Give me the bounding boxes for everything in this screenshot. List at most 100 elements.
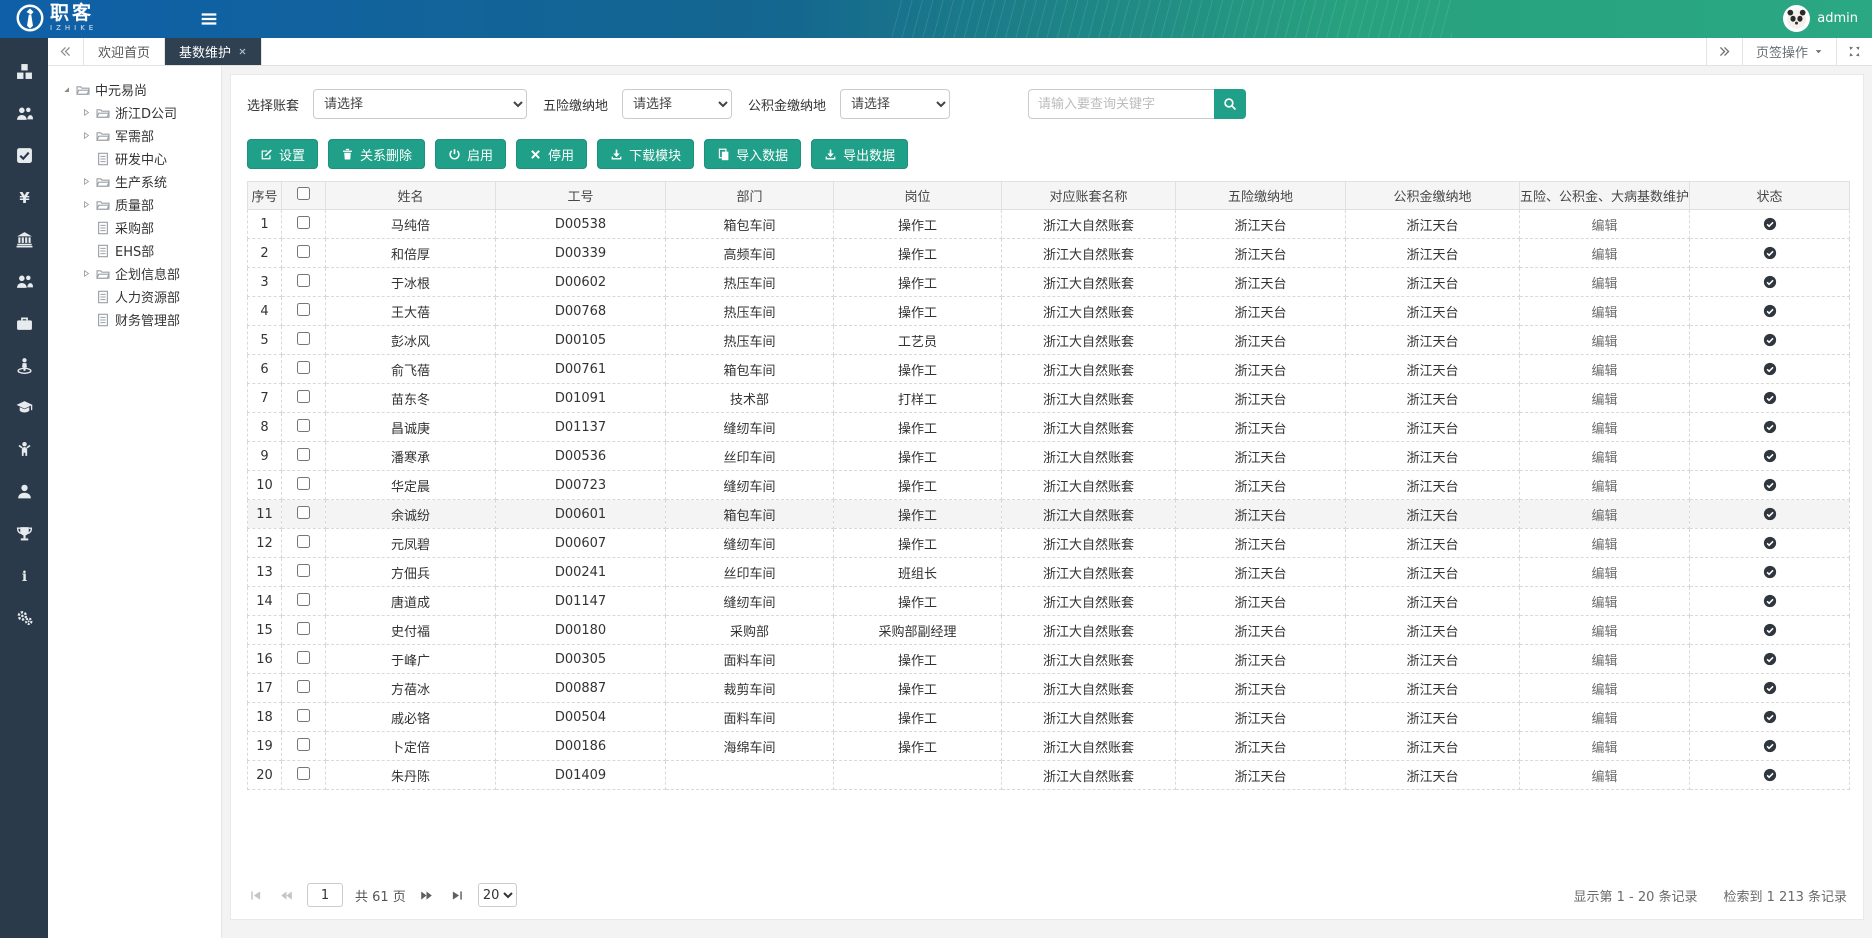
avatar[interactable] (1783, 5, 1810, 32)
edit-link[interactable]: 编辑 (1591, 770, 1617, 785)
export-data-button[interactable]: 导出数据 (811, 139, 908, 169)
fund-area-select[interactable]: 请选择 (840, 89, 950, 119)
row-checkbox[interactable] (297, 448, 310, 461)
info-icon[interactable]: i (0, 554, 48, 596)
graduation-cap-icon[interactable] (0, 386, 48, 428)
child-icon[interactable] (0, 428, 48, 470)
import-data-button[interactable]: 导入数据 (704, 139, 801, 169)
user-box[interactable]: admin (1783, 5, 1858, 32)
tree-item[interactable]: 采购部 (48, 216, 221, 239)
caret-collapsed-icon[interactable] (80, 130, 92, 142)
row-checkbox[interactable] (297, 332, 310, 345)
page-number-input[interactable] (307, 883, 343, 907)
edit-link[interactable]: 编辑 (1591, 393, 1617, 408)
yen-icon[interactable]: ¥ (0, 176, 48, 218)
check-square-icon[interactable] (0, 134, 48, 176)
account-select[interactable]: 请选择 (313, 89, 527, 119)
edit-link[interactable]: 编辑 (1591, 277, 1617, 292)
edit-link[interactable]: 编辑 (1591, 306, 1617, 321)
close-tab-icon[interactable] (238, 47, 247, 56)
prev-page-icon[interactable] (277, 886, 295, 904)
user-group-icon[interactable] (0, 260, 48, 302)
tree-item[interactable]: 研发中心 (48, 147, 221, 170)
caret-collapsed-icon[interactable] (80, 199, 92, 211)
edit-link[interactable]: 编辑 (1591, 596, 1617, 611)
row-checkbox[interactable] (297, 274, 310, 287)
caret-collapsed-icon[interactable] (80, 107, 92, 119)
tabs-scroll-left-icon[interactable] (48, 38, 84, 65)
tabs-scroll-right-icon[interactable] (1706, 38, 1742, 65)
row-checkbox[interactable] (297, 506, 310, 519)
tree-item[interactable]: EHS部 (48, 239, 221, 262)
edit-link[interactable]: 编辑 (1591, 451, 1617, 466)
edit-link[interactable]: 编辑 (1591, 509, 1617, 524)
tree-item[interactable]: 生产系统 (48, 170, 221, 193)
row-checkbox[interactable] (297, 622, 310, 635)
sitemap-icon[interactable] (0, 50, 48, 92)
edit-link[interactable]: 编辑 (1591, 538, 1617, 553)
street-view-icon[interactable] (0, 344, 48, 386)
briefcase-icon[interactable] (0, 302, 48, 344)
disable-button[interactable]: 停用 (516, 139, 587, 169)
caret-expanded-icon[interactable] (60, 84, 72, 96)
row-checkbox[interactable] (297, 709, 310, 722)
tree-item[interactable]: 企划信息部 (48, 262, 221, 285)
edit-link[interactable]: 编辑 (1591, 422, 1617, 437)
row-checkbox[interactable] (297, 419, 310, 432)
edit-link[interactable]: 编辑 (1591, 219, 1617, 234)
caret-collapsed-icon[interactable] (80, 268, 92, 280)
row-checkbox[interactable] (297, 216, 310, 229)
social-area-select[interactable]: 请选择 (622, 89, 732, 119)
tab-0[interactable]: 欢迎首页 (84, 38, 165, 65)
edit-link[interactable]: 编辑 (1591, 712, 1617, 727)
page-size-select[interactable]: 20 (478, 883, 517, 907)
user-icon[interactable] (0, 470, 48, 512)
edit-link[interactable]: 编辑 (1591, 364, 1617, 379)
row-checkbox[interactable] (297, 651, 310, 664)
edit-link[interactable]: 编辑 (1591, 683, 1617, 698)
menu-toggle-icon[interactable] (200, 10, 220, 28)
row-checkbox[interactable] (297, 390, 310, 403)
relation-delete-button[interactable]: 关系删除 (328, 139, 425, 169)
select-all-checkbox[interactable] (297, 187, 310, 200)
next-page-icon[interactable] (418, 886, 436, 904)
tree-item[interactable]: 浙江D公司 (48, 101, 221, 124)
edit-link[interactable]: 编辑 (1591, 741, 1617, 756)
row-checkbox[interactable] (297, 564, 310, 577)
row-checkbox[interactable] (297, 361, 310, 374)
fullscreen-icon[interactable] (1836, 38, 1872, 65)
tree-item[interactable]: 财务管理部 (48, 308, 221, 331)
row-checkbox[interactable] (297, 738, 310, 751)
edit-link[interactable]: 编辑 (1591, 480, 1617, 495)
set-button[interactable]: 设置 (247, 139, 318, 169)
users-icon[interactable] (0, 92, 48, 134)
bank-icon[interactable] (0, 218, 48, 260)
tree-item[interactable]: 人力资源部 (48, 285, 221, 308)
tree-item[interactable]: 军需部 (48, 124, 221, 147)
edit-link[interactable]: 编辑 (1591, 654, 1617, 669)
tab-operations-dropdown[interactable]: 页签操作 (1742, 38, 1836, 65)
enable-button[interactable]: 启用 (435, 139, 506, 169)
row-checkbox[interactable] (297, 535, 310, 548)
row-checkbox[interactable] (297, 680, 310, 693)
last-page-icon[interactable] (448, 886, 466, 904)
tab-1[interactable]: 基数维护 (165, 38, 262, 65)
row-checkbox[interactable] (297, 245, 310, 258)
row-checkbox[interactable] (297, 303, 310, 316)
download-template-button[interactable]: 下载模块 (597, 139, 694, 169)
edit-link[interactable]: 编辑 (1591, 335, 1617, 350)
caret-collapsed-icon[interactable] (80, 176, 92, 188)
cogs-icon[interactable] (0, 596, 48, 638)
edit-link[interactable]: 编辑 (1591, 625, 1617, 640)
first-page-icon[interactable] (247, 886, 265, 904)
row-checkbox[interactable] (297, 477, 310, 490)
edit-link[interactable]: 编辑 (1591, 567, 1617, 582)
search-input[interactable] (1028, 89, 1214, 119)
row-checkbox[interactable] (297, 767, 310, 780)
trophy-icon[interactable] (0, 512, 48, 554)
tree-item[interactable]: 质量部 (48, 193, 221, 216)
row-checkbox[interactable] (297, 593, 310, 606)
search-button[interactable] (1214, 89, 1246, 119)
tree-item[interactable]: 中元易尚 (48, 78, 221, 101)
edit-link[interactable]: 编辑 (1591, 248, 1617, 263)
